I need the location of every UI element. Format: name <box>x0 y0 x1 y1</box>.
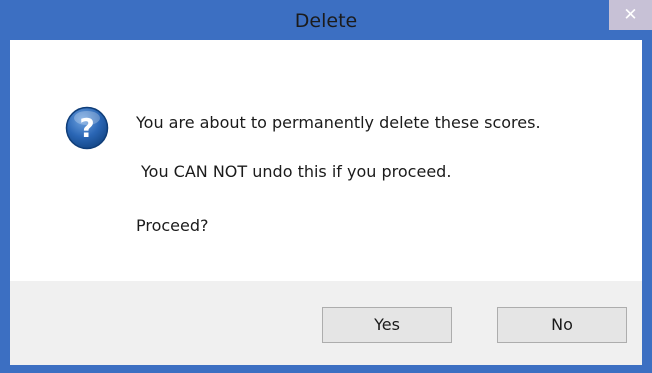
no-button[interactable]: No <box>497 307 627 343</box>
close-button[interactable]: ✕ <box>609 0 652 30</box>
message-line-1: You are about to permanently delete thes… <box>136 113 541 132</box>
button-bar: Yes No <box>10 281 642 365</box>
question-icon: ? <box>65 106 109 150</box>
window-title: Delete <box>294 10 358 32</box>
title-bar[interactable]: Delete ✕ <box>0 0 652 40</box>
close-icon: ✕ <box>623 5 638 25</box>
question-mark-glyph: ? <box>79 114 94 144</box>
dialog-window: Delete ✕ ? You are about to permanently … <box>0 0 652 373</box>
message-line-2: You CAN NOT undo this if you proceed. <box>141 162 452 181</box>
message-line-3: Proceed? <box>136 216 209 235</box>
yes-button[interactable]: Yes <box>322 307 452 343</box>
dialog-content: ? You are about to permanently delete th… <box>10 40 642 281</box>
